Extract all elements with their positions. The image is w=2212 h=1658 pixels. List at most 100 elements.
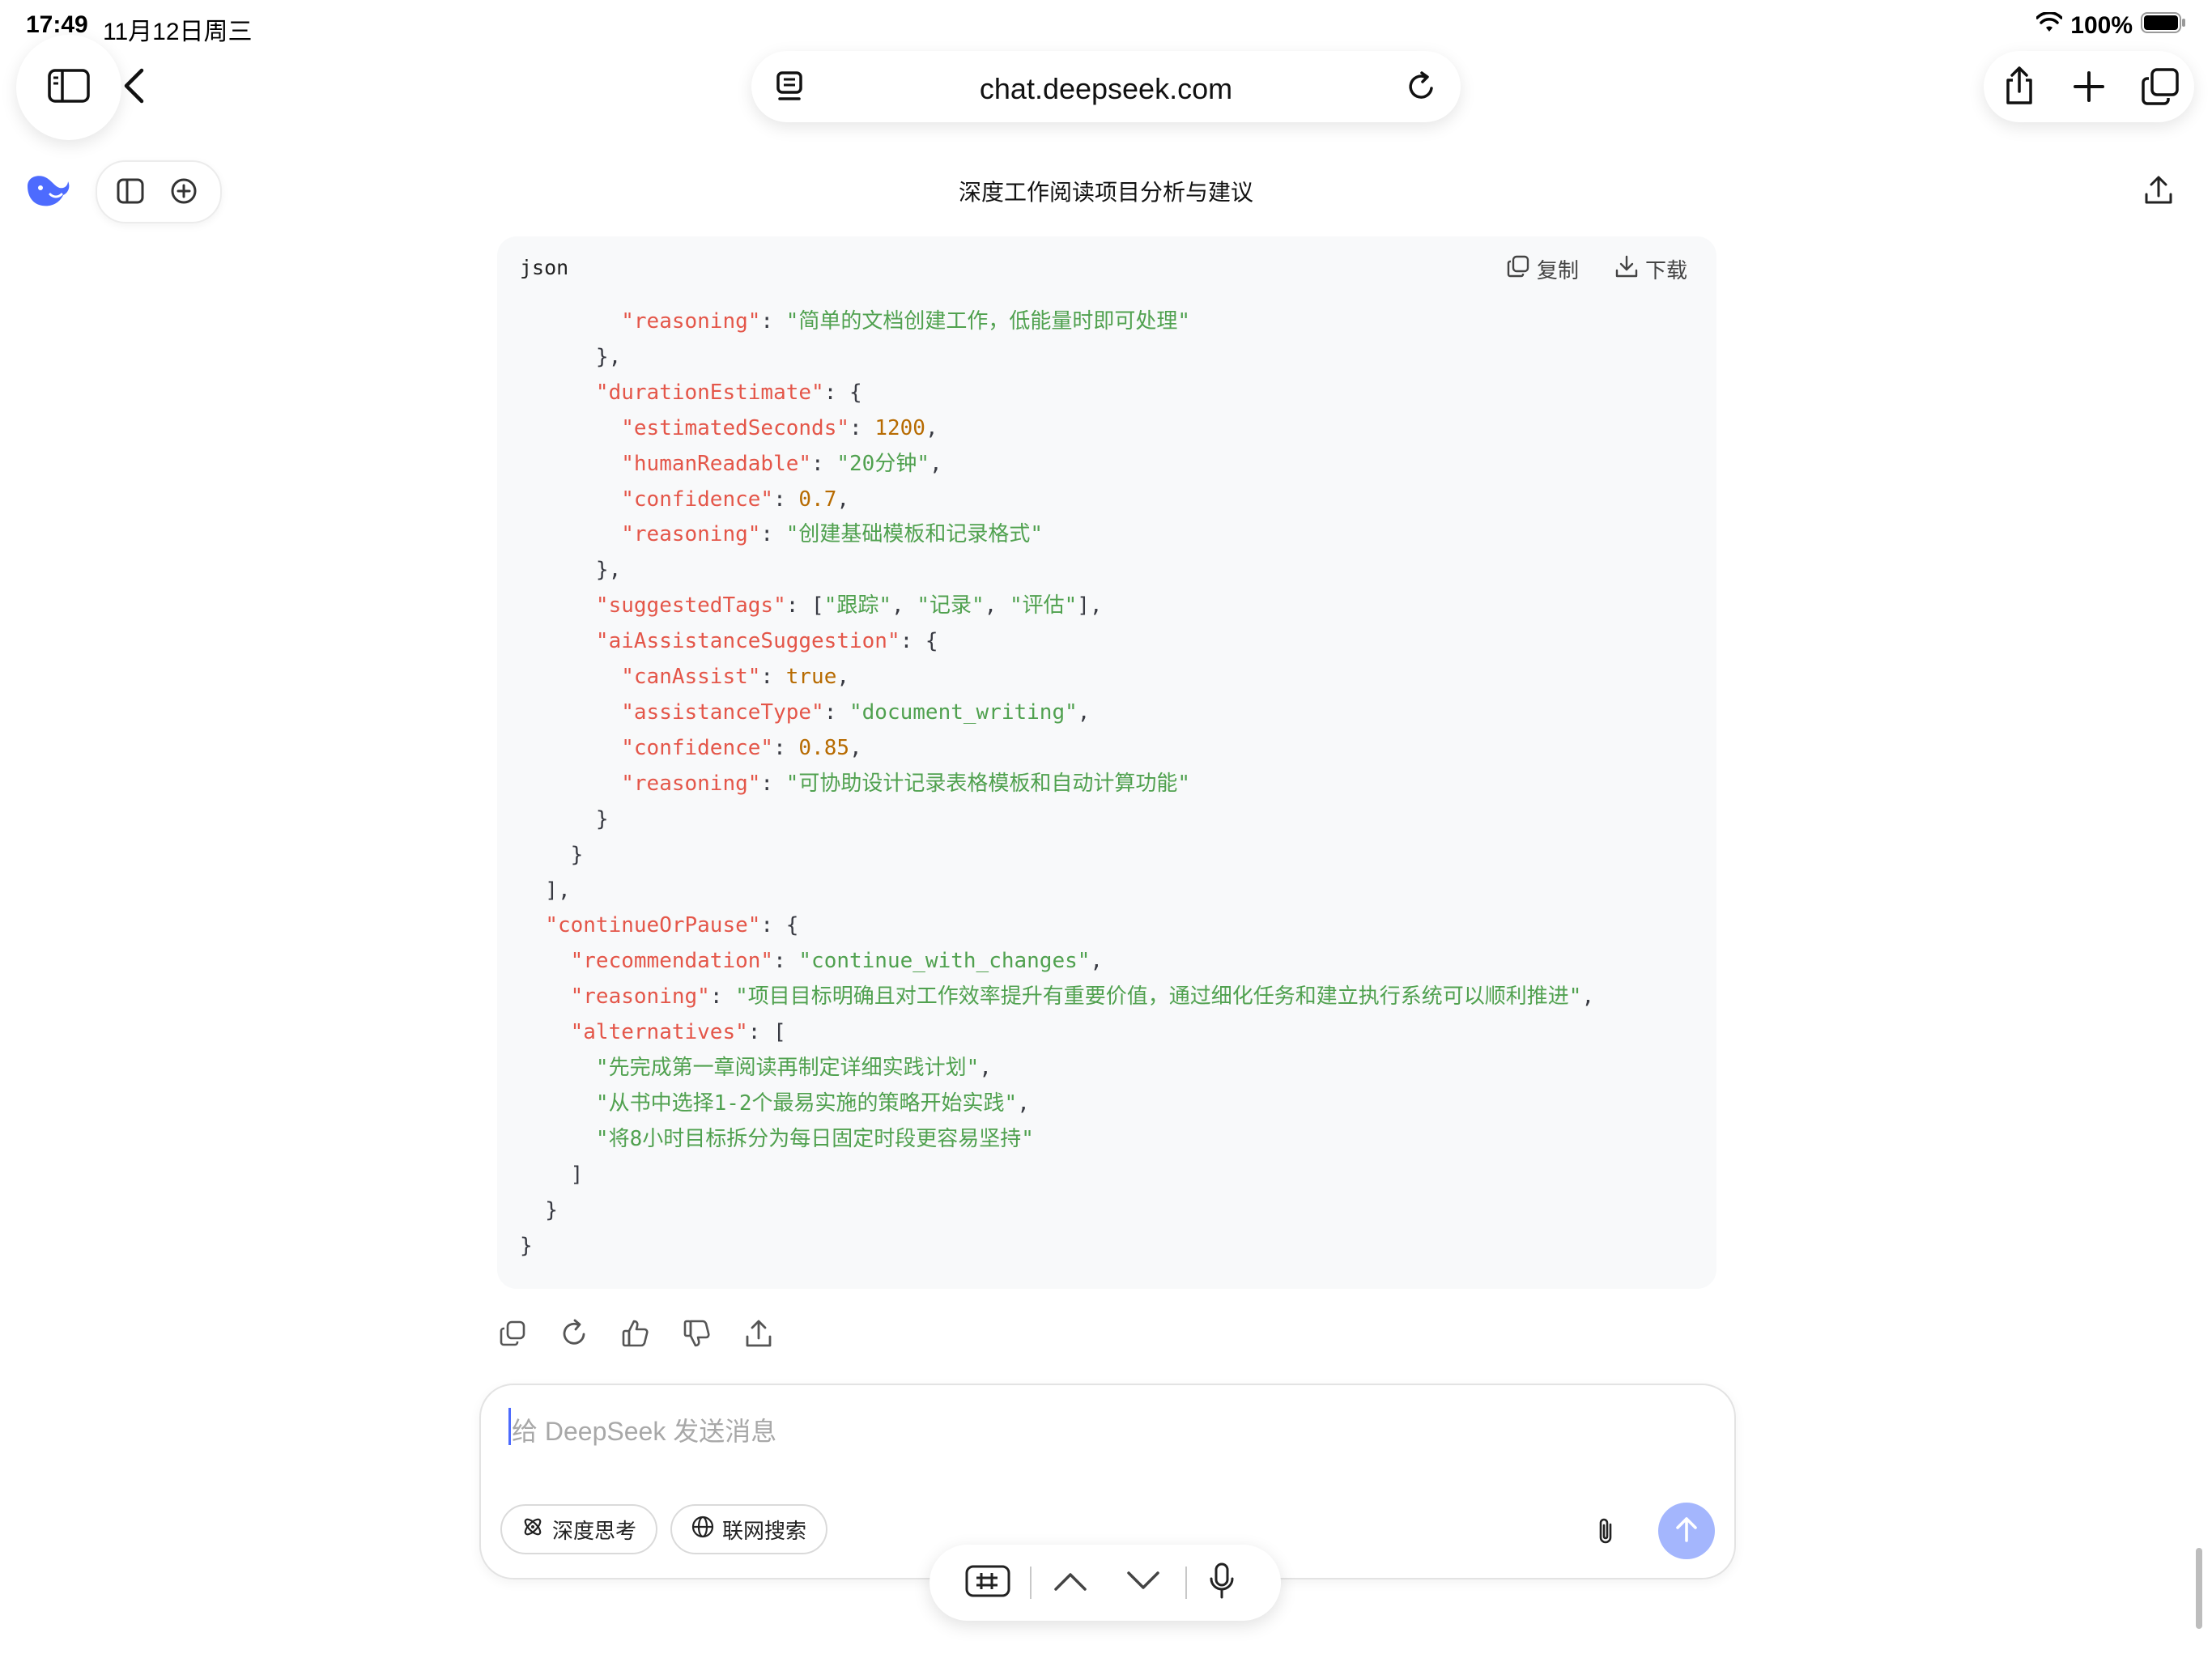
new-tab-icon[interactable] [2073,70,2105,107]
tabs-overview-icon[interactable] [2141,67,2180,110]
code-line: "reasoning": "可协助设计记录表格模板和自动计算功能" [520,767,1594,802]
chevron-up-icon[interactable] [1053,1570,1088,1596]
back-button[interactable] [89,35,178,140]
code-token: "alternatives" [570,1020,748,1045]
code-token: : [ [785,593,824,619]
toolbar-divider [1185,1567,1187,1599]
code-token: : [823,699,849,725]
code-token: : [773,949,799,974]
code-token: "评估" [1009,593,1078,619]
code-token: "将8小时目标拆分为每日固定时段更容易坚持" [595,1126,1034,1151]
globe-icon [691,1516,714,1544]
code-line: "从书中选择1-2个最易实施的策略开始实践", [520,1086,1594,1122]
keyboard-toolbar [929,1545,1281,1621]
code-token: "recommendation" [570,949,774,974]
code-token: ] [520,1162,584,1187]
browser-actions [1984,51,2194,122]
code-line: "alternatives": [ [520,1015,1594,1051]
code-token: } [520,842,584,867]
code-line: "humanReadable": "20分钟", [520,447,1594,483]
chevron-down-icon[interactable] [1125,1570,1161,1596]
attach-button[interactable] [1587,1515,1624,1552]
code-line: "continueOrPause": { [520,908,1594,944]
share-icon[interactable] [2001,66,2037,110]
copy-message-icon[interactable] [496,1316,530,1350]
code-token: , [929,451,942,476]
code-token: : { [900,629,938,654]
share-conversation-icon[interactable] [2144,175,2173,210]
code-token: , [1017,1090,1030,1116]
code-token: , [836,665,850,690]
code-line: "confidence": 0.85, [520,731,1594,767]
code-token: }, [520,558,622,583]
code-token: "suggestedTags" [595,593,786,619]
code-token: , [891,593,917,619]
download-code-button[interactable]: 下载 [1614,254,1687,284]
code-line: "先完成第一章阅读再制定详细实践计划", [520,1051,1594,1086]
reload-icon[interactable] [1406,70,1438,107]
code-token: "项目目标明确且对工作效率提升有重要价值，通过细化任务和建立执行系统可以顺利推进… [735,984,1582,1010]
send-button[interactable] [1658,1503,1715,1559]
code-token: true [785,665,837,690]
code-token: } [520,1197,558,1222]
status-indicators: 100% [2035,11,2186,40]
code-token: "可协助设计记录表格模板和自动计算功能" [785,771,1191,796]
code-token: "aiAssistanceSuggestion" [595,629,900,654]
code-language-label: json [520,256,569,279]
code-token: "简单的文档创建工作，低能量时即可处理" [785,309,1191,334]
code-token: , [1077,699,1091,725]
code-line: "reasoning": "简单的文档创建工作，低能量时即可处理" [520,304,1594,340]
code-token: "document_writing" [849,699,1078,725]
code-token: "reasoning" [621,309,761,334]
code-token: "confidence" [621,487,774,512]
code-content: "reasoning": "简单的文档创建工作，低能量时即可处理" }, "du… [520,304,1594,1264]
url-text[interactable]: chat.deepseek.com [751,72,1461,106]
message-actions [496,1316,776,1350]
address-bar[interactable]: chat.deepseek.com [751,51,1461,122]
code-token: } [520,1233,533,1258]
toolbar-divider [1030,1567,1032,1599]
code-token: "durationEstimate" [595,380,824,405]
thumbs-down-icon[interactable] [680,1316,714,1350]
deep-think-label: 深度思考 [552,1518,637,1543]
microphone-icon[interactable] [1208,1562,1236,1604]
code-token: , [925,415,938,440]
copy-icon [1506,254,1530,284]
code-line: "将8小时目标拆分为每日固定时段更容易坚持" [520,1122,1594,1158]
atom-icon [521,1516,544,1544]
status-time: 17:49 [26,11,88,38]
web-search-toggle[interactable]: 联网搜索 [670,1504,828,1554]
code-token: 0.7 [798,487,837,512]
input-method-icon[interactable] [965,1565,1010,1601]
code-line: "canAssist": true, [520,660,1594,695]
code-token: "continue_with_changes" [798,949,1091,974]
message-input[interactable] [510,1406,1647,1456]
copy-code-button[interactable]: 复制 [1506,254,1579,284]
scroll-indicator[interactable] [2196,1548,2202,1629]
code-token: , [836,487,850,512]
code-token: "先完成第一章阅读再制定详细实践计划" [595,1056,980,1081]
sidebar-icon [48,68,90,107]
code-token: "记录" [917,593,985,619]
code-line: "suggestedTags": ["跟踪", "记录", "评估"], [520,589,1594,624]
regenerate-icon[interactable] [557,1316,591,1350]
deep-think-toggle[interactable]: 深度思考 [500,1504,658,1554]
code-token: "reasoning" [621,771,761,796]
code-line: ], [520,874,1594,909]
thumbs-up-icon[interactable] [619,1316,653,1350]
code-token: ], [1077,593,1103,619]
code-token: : [760,522,786,547]
share-message-icon[interactable] [742,1316,776,1350]
wifi-icon [2035,11,2064,40]
